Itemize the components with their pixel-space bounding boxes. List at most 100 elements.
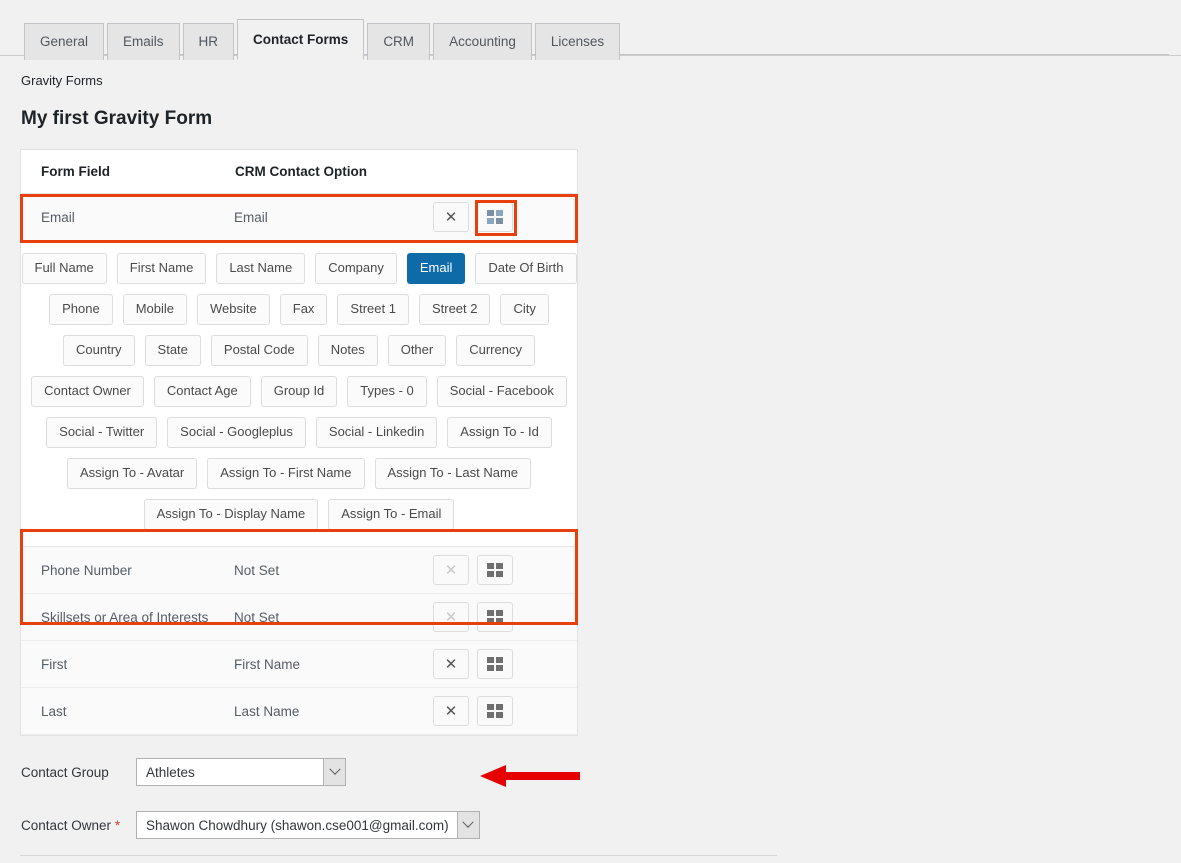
table-row: First First Name ✕: [21, 641, 577, 688]
contact-group-value: Athletes: [146, 764, 195, 780]
chip-social-linkedin[interactable]: Social - Linkedin: [315, 417, 438, 448]
tab-contact-forms[interactable]: Contact Forms: [237, 19, 365, 60]
chip-full-name[interactable]: Full Name: [21, 253, 107, 284]
required-marker: *: [114, 817, 121, 833]
close-x-icon: ✕: [444, 702, 458, 720]
contact-group-row: Contact Group Athletes: [21, 758, 1181, 786]
clear-mapping-button[interactable]: ✕: [433, 649, 469, 679]
chip-assign-to-avatar[interactable]: Assign To - Avatar: [66, 458, 198, 489]
bottom-divider: [20, 855, 777, 856]
open-option-picker-button[interactable]: [477, 202, 513, 232]
row-actions: ✕: [433, 555, 577, 585]
chip-types-0[interactable]: Types - 0: [347, 376, 427, 407]
chip-last-name[interactable]: Last Name: [216, 253, 306, 284]
header-crm-option: CRM Contact Option: [235, 164, 367, 179]
chip-postal-code[interactable]: Postal Code: [210, 335, 308, 366]
annotation-arrow-icon: [480, 765, 580, 787]
grid-picker-icon: [487, 210, 503, 224]
row-crm-option: Not Set: [234, 562, 280, 578]
contact-owner-label-text: Contact Owner: [21, 817, 112, 833]
breadcrumb: Gravity Forms: [21, 73, 103, 88]
chip-social-twitter[interactable]: Social - Twitter: [46, 417, 158, 448]
close-x-icon: ✕: [444, 561, 458, 579]
contact-group-select[interactable]: Athletes: [136, 758, 346, 786]
settings-form: Contact Group Athletes Contact Owner * S…: [21, 758, 1181, 839]
contact-owner-select[interactable]: Shawon Chowdhury (shawon.cse001@gmail.co…: [136, 811, 480, 839]
table-row: Phone Number Not Set ✕: [21, 547, 577, 594]
chip-mobile[interactable]: Mobile: [122, 294, 188, 325]
chip-assign-to-last-name[interactable]: Assign To - Last Name: [374, 458, 532, 489]
chip-street-1[interactable]: Street 1: [337, 294, 409, 325]
chip-assign-to-first-name[interactable]: Assign To - First Name: [207, 458, 365, 489]
grid-picker-icon: [487, 563, 503, 577]
row-form-field: Email: [41, 209, 75, 225]
chip-date-of-birth[interactable]: Date Of Birth: [475, 253, 577, 284]
tab-crm[interactable]: CRM: [367, 23, 431, 60]
chip-assign-to-id[interactable]: Assign To - Id: [447, 417, 552, 448]
row-crm-option: Not Set: [234, 609, 280, 625]
row-actions: ✕: [433, 202, 577, 232]
chip-assign-to-display-name[interactable]: Assign To - Display Name: [143, 499, 319, 530]
chevron-down-icon[interactable]: [323, 759, 345, 785]
chip-row: Phone Mobile Website Fax Street 1 Street 2 Cit…: [33, 294, 565, 325]
chip-social-googleplus[interactable]: Social - Googleplus: [167, 417, 306, 448]
tab-list: General Emails HR Contact Forms CRM Accountin…: [24, 18, 1181, 60]
chip-country[interactable]: Country: [63, 335, 135, 366]
chip-row: Social - Twitter Social - Googleplus Socia…: [33, 417, 565, 448]
chip-row: Full Name First Name Last Name Company Email…: [21, 253, 577, 284]
grid-picker-icon: [487, 657, 503, 671]
chip-website[interactable]: Website: [197, 294, 270, 325]
chip-row: Assign To - Avatar Assign To - First Name…: [33, 458, 565, 489]
clear-mapping-button: ✕: [433, 555, 469, 585]
chip-row: Assign To - Display Name Assign To - Emai…: [33, 499, 565, 530]
field-mapping-panel: Form Field CRM Contact Option Email Email…: [20, 149, 578, 736]
chip-notes[interactable]: Notes: [317, 335, 378, 366]
chip-contact-owner[interactable]: Contact Owner: [31, 376, 144, 407]
tab-licenses[interactable]: Licenses: [534, 23, 621, 60]
grid-picker-icon: [487, 704, 503, 718]
chip-row: Country State Postal Code Notes Other Currenc…: [33, 335, 565, 366]
tab-hr[interactable]: HR: [182, 23, 235, 60]
chip-contact-age[interactable]: Contact Age: [153, 376, 251, 407]
open-option-picker-button[interactable]: [477, 602, 513, 632]
chip-email[interactable]: Email: [406, 253, 466, 284]
row-crm-option: Last Name: [234, 703, 300, 719]
header-form-field: Form Field: [41, 164, 111, 179]
crm-option-chip-picker: Full Name First Name Last Name Company Email…: [21, 241, 577, 547]
row-crm-option: First Name: [234, 656, 301, 672]
chip-first-name[interactable]: First Name: [116, 253, 207, 284]
tab-accounting[interactable]: Accounting: [433, 23, 532, 60]
chip-social-facebook[interactable]: Social - Facebook: [436, 376, 567, 407]
chip-fax[interactable]: Fax: [279, 294, 328, 325]
clear-mapping-button[interactable]: ✕: [433, 696, 469, 726]
mapping-table-header: Form Field CRM Contact Option: [21, 150, 577, 194]
row-actions: ✕: [433, 602, 577, 632]
chip-street-2[interactable]: Street 2: [418, 294, 491, 325]
chip-group-id[interactable]: Group Id: [260, 376, 338, 407]
chip-city[interactable]: City: [500, 294, 549, 325]
open-option-picker-button[interactable]: [477, 649, 513, 679]
row-form-field: Skillsets or Area of Interests: [41, 609, 209, 625]
chip-phone[interactable]: Phone: [49, 294, 113, 325]
tab-general[interactable]: General: [24, 23, 105, 60]
chip-company[interactable]: Company: [315, 253, 397, 284]
chip-row: Contact Owner Contact Age Group Id Types - …: [31, 376, 567, 407]
mapping-rows: Email Email ✕ Full Name First Name Last Name C…: [21, 194, 577, 735]
clear-mapping-button[interactable]: ✕: [433, 202, 469, 232]
chip-state[interactable]: State: [144, 335, 201, 366]
close-x-icon: ✕: [444, 655, 458, 673]
contact-owner-value: Shawon Chowdhury (shawon.cse001@gmail.co…: [146, 817, 449, 833]
contact-owner-label: Contact Owner *: [21, 818, 136, 833]
open-option-picker-button[interactable]: [477, 696, 513, 726]
row-actions: ✕: [433, 696, 577, 726]
row-form-field: First: [41, 656, 68, 672]
chip-currency[interactable]: Currency: [456, 335, 535, 366]
row-form-field: Phone Number: [41, 562, 132, 578]
close-x-icon: ✕: [444, 208, 458, 226]
row-crm-option: Email: [234, 209, 268, 225]
chevron-down-icon[interactable]: [456, 812, 479, 838]
tab-emails[interactable]: Emails: [107, 23, 180, 60]
chip-other[interactable]: Other: [387, 335, 447, 366]
open-option-picker-button[interactable]: [477, 555, 513, 585]
chip-assign-to-email[interactable]: Assign To - Email: [328, 499, 455, 530]
